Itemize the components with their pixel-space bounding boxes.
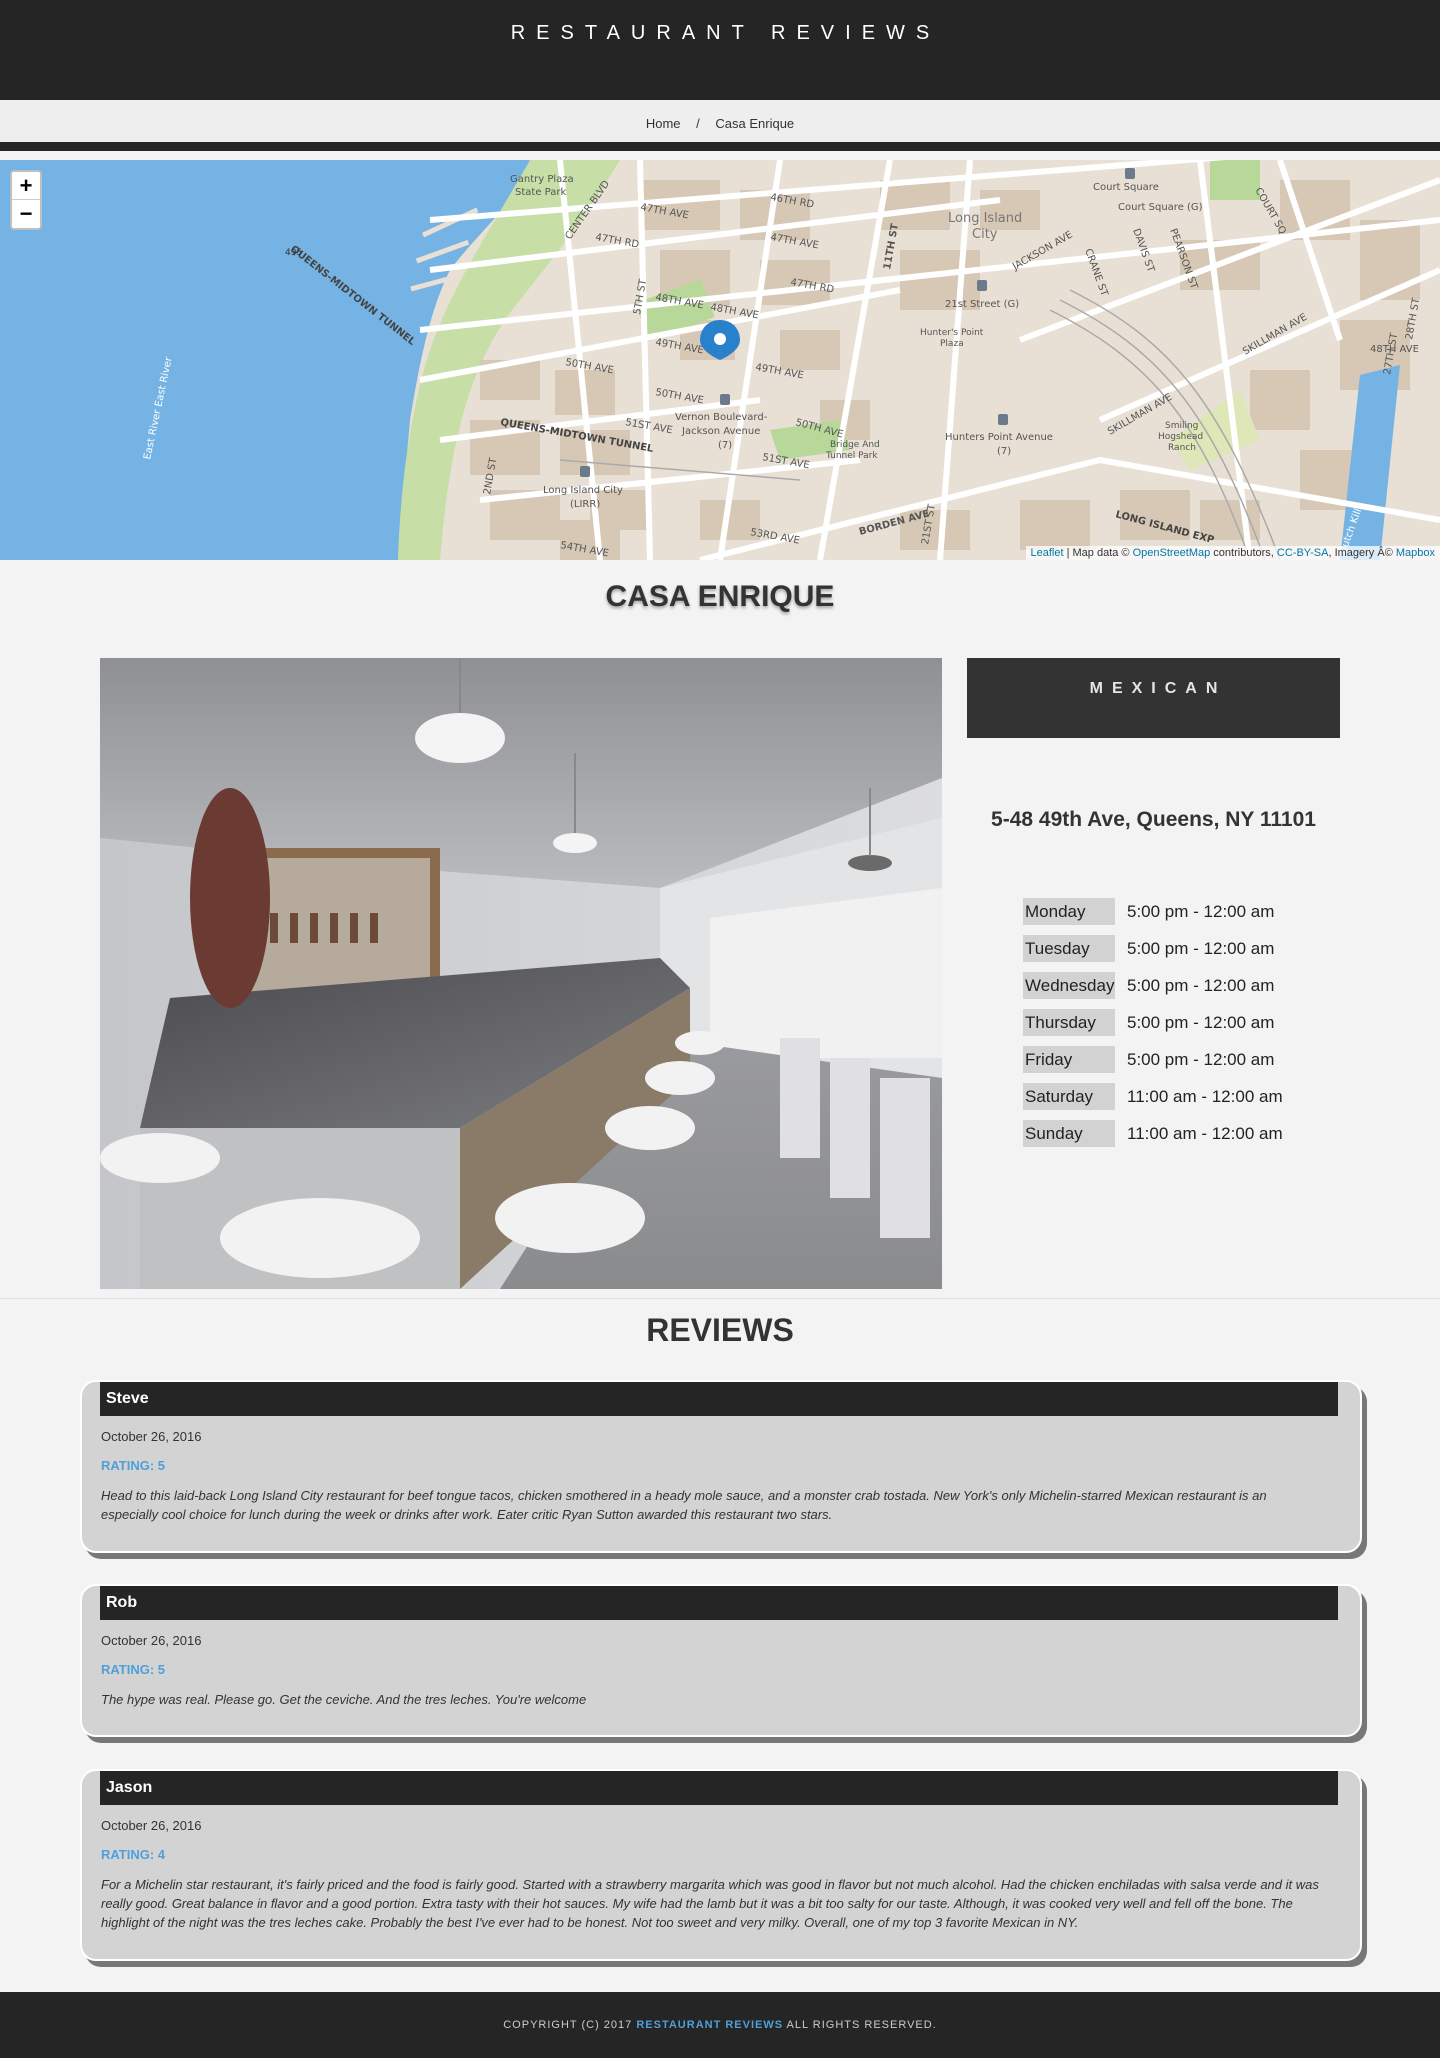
hours-day: Wednesday (1023, 972, 1115, 999)
footer-brand-link[interactable]: Restaurant Reviews (636, 2019, 783, 2031)
map-label-21st-street: 21st Street (G) (945, 299, 1019, 310)
attribution-text: | Map data © (1063, 547, 1133, 559)
breadcrumb-separator: / (696, 116, 700, 131)
map-label-vernon-2: Jackson Avenue (681, 426, 760, 437)
hours-row: Saturday 11:00 am - 12:00 am (1023, 1083, 1283, 1120)
zoom-in-button[interactable]: + (12, 172, 40, 200)
map-label-lirr-2: (LIRR) (570, 499, 600, 510)
opening-hours-table: Monday 5:00 pm - 12:00 am Tuesday 5:00 pm … (1023, 898, 1283, 1157)
hours-row: Sunday 11:00 am - 12:00 am (1023, 1120, 1283, 1157)
map-label-gantry: Gantry Plaza (510, 174, 574, 185)
hours-day: Monday (1023, 898, 1115, 925)
attribution-text-3: , Imagery Â© (1328, 547, 1396, 559)
site-title[interactable]: RESTAURANT REVIEWS (0, 22, 1440, 45)
breadcrumb-current: Casa Enrique (715, 116, 795, 131)
copyright-text: Copyright (c) 2017 (503, 2019, 637, 2031)
reviewer-name: Jason (100, 1771, 1338, 1805)
hours-time: 5:00 pm - 12:00 am (1127, 939, 1275, 958)
hours-time: 5:00 pm - 12:00 am (1127, 1013, 1275, 1032)
map-tiles[interactable]: Gantry Plaza State Park East River East … (0, 160, 1440, 560)
map-label-vernon: Vernon Boulevard- (675, 412, 768, 423)
site-header: RESTAURANT REVIEWS (0, 0, 1440, 100)
map-label-vernon-3: (7) (718, 440, 732, 451)
hours-time: 5:00 pm - 12:00 am (1127, 1050, 1275, 1069)
map-attribution: Leaflet | Map data © OpenStreetMap contr… (1025, 546, 1440, 560)
map-label-smiling-2: Hogshead (1158, 432, 1203, 442)
review-date: October 26, 2016 (101, 1818, 202, 1833)
section-divider (0, 1298, 1440, 1299)
hours-row: Wednesday 5:00 pm - 12:00 am (1023, 972, 1283, 1009)
hours-row: Thursday 5:00 pm - 12:00 am (1023, 1009, 1283, 1046)
review-rating: RATING: 5 (101, 1458, 166, 1473)
review-card: Jason October 26, 2016 RATING: 4 For a M… (80, 1769, 1362, 1961)
attribution-text-2: contributors, (1210, 547, 1277, 559)
cuisine-badge: MEXICAN (967, 658, 1340, 738)
hours-day: Friday (1023, 1046, 1115, 1073)
mapbox-link[interactable]: Mapbox (1396, 547, 1435, 559)
review-date: October 26, 2016 (101, 1633, 202, 1648)
site-footer: Copyright (c) 2017 Restaurant Reviews Al… (0, 1992, 1440, 2058)
map-label-bridge: Bridge And (830, 440, 880, 450)
breadcrumb: Home / Casa Enrique (0, 100, 1440, 151)
map-label-lic: Long Island (948, 211, 1022, 226)
map-zoom-control: + − (10, 170, 42, 230)
review-card: Steve October 26, 2016 RATING: 5 Head to… (80, 1380, 1362, 1553)
reviewer-name: Steve (100, 1382, 1338, 1416)
map-label-court-square-g: Court Square (G) (1118, 202, 1203, 213)
hours-time: 11:00 am - 12:00 am (1127, 1124, 1283, 1143)
review-comments: For a Michelin star restaurant, it's fai… (101, 1877, 1319, 1930)
review-comments: The hype was real. Please go. Get the ce… (101, 1692, 587, 1707)
review-comments: Head to this laid-back Long Island City … (101, 1488, 1267, 1522)
review-rating: RATING: 4 (101, 1847, 166, 1862)
restaurant-name: CASA ENRIQUE (605, 580, 835, 613)
hours-day: Sunday (1023, 1120, 1115, 1147)
hours-day: Saturday (1023, 1083, 1115, 1110)
review-date: October 26, 2016 (101, 1429, 202, 1444)
restaurant-map[interactable]: Gantry Plaza State Park East River East … (0, 160, 1440, 560)
hours-row: Friday 5:00 pm - 12:00 am (1023, 1046, 1283, 1083)
review-rating: RATING: 5 (101, 1662, 166, 1677)
hours-time: 11:00 am - 12:00 am (1127, 1087, 1283, 1106)
hours-time: 5:00 pm - 12:00 am (1127, 902, 1275, 921)
map-label-bridge-2: Tunnel Park (825, 451, 878, 461)
license-link[interactable]: CC-BY-SA (1277, 547, 1329, 559)
restaurant-address: 5-48 49th Ave, Queens, NY 11101 (991, 808, 1316, 831)
map-label-hunters-point-ave-2: (7) (997, 446, 1011, 457)
leaflet-link[interactable]: Leaflet (1031, 547, 1064, 559)
reviewer-name: Rob (100, 1586, 1338, 1620)
map-label-hunters-point-ave: Hunters Point Avenue (945, 432, 1053, 443)
map-label-highway: 495 (285, 248, 302, 258)
map-label-gantry-2: State Park (515, 187, 566, 198)
breadcrumb-home-link[interactable]: Home (646, 116, 681, 131)
hours-row: Monday 5:00 pm - 12:00 am (1023, 898, 1283, 935)
map-label-lic-2: City (972, 227, 998, 242)
map-label-court-square: Court Square (1093, 182, 1159, 193)
reviews-heading: REVIEWS (646, 1312, 794, 1348)
map-label-smiling: Smiling (1165, 421, 1198, 431)
map-label-hunters-plaza: Hunter's Point (920, 328, 984, 338)
map-label-lirr: Long Island City (543, 485, 623, 496)
hours-row: Tuesday 5:00 pm - 12:00 am (1023, 935, 1283, 972)
map-label-hunters-plaza-2: Plaza (940, 339, 964, 349)
zoom-out-button[interactable]: − (12, 200, 40, 228)
review-card: Rob October 26, 2016 RATING: 5 The hype … (80, 1584, 1362, 1737)
rights-text: All Rights Reserved. (783, 2019, 937, 2031)
osm-link[interactable]: OpenStreetMap (1133, 547, 1211, 559)
map-label-48th-ave-3: 48TH AVE (1370, 344, 1419, 355)
hours-day: Thursday (1023, 1009, 1115, 1036)
restaurant-photo (100, 658, 942, 1289)
hours-day: Tuesday (1023, 935, 1115, 962)
map-label-smiling-3: Ranch (1168, 443, 1196, 453)
hours-time: 5:00 pm - 12:00 am (1127, 976, 1275, 995)
